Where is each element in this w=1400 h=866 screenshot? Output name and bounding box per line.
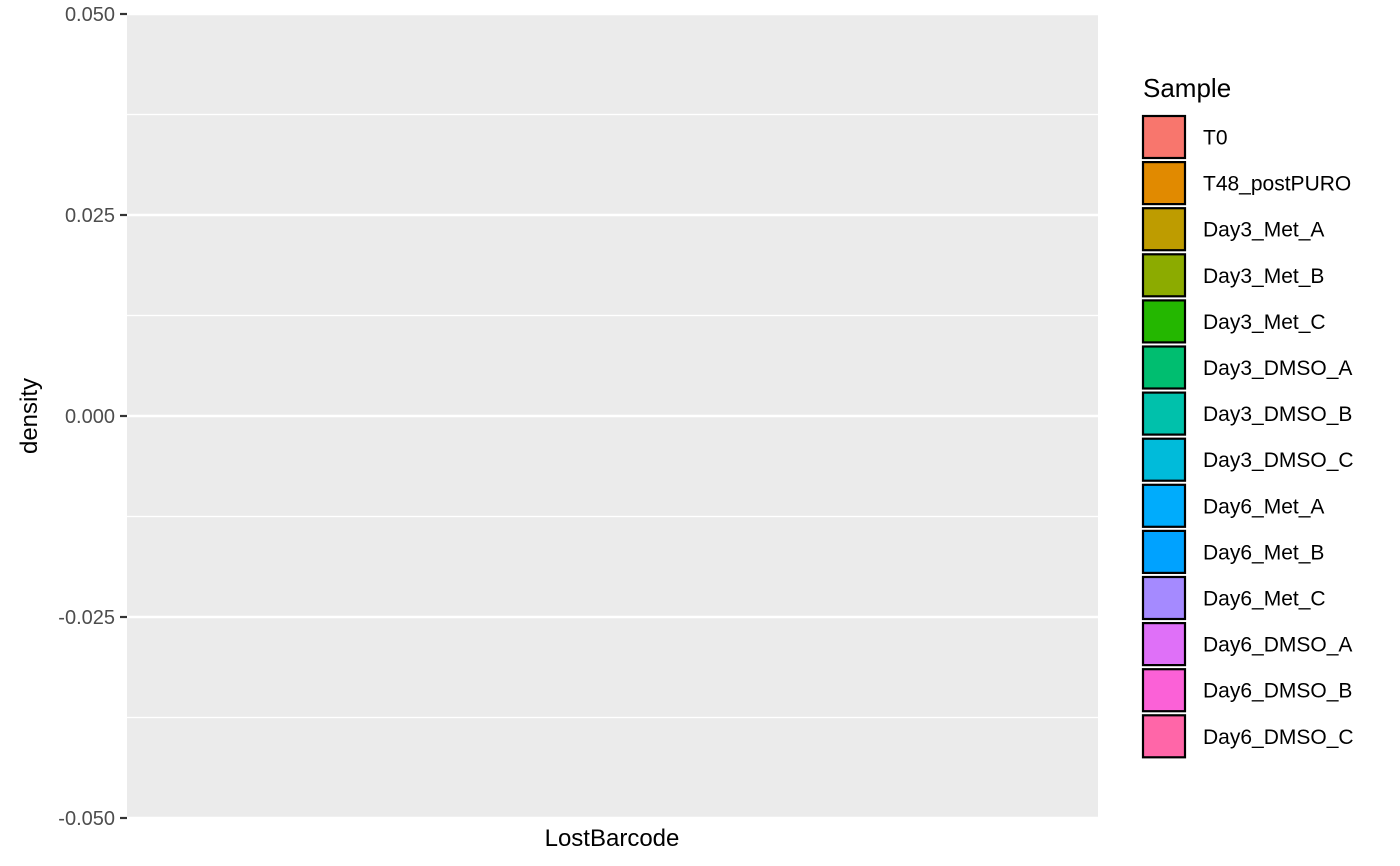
legend-key xyxy=(1141,621,1187,667)
legend-label: Day3_Met_A xyxy=(1203,219,1324,242)
legend-label: Day6_DMSO_A xyxy=(1203,634,1352,657)
legend-entry: T48_postPURO xyxy=(1141,161,1351,206)
legend-key xyxy=(1141,668,1187,713)
legend-label: Day6_Met_A xyxy=(1203,495,1324,518)
legend-label: Day3_DMSO_C xyxy=(1203,449,1354,472)
legend-label: Day6_DMSO_C xyxy=(1203,726,1354,749)
legend-key xyxy=(1141,714,1187,759)
legend-key xyxy=(1141,299,1187,344)
y-axis-title: density xyxy=(16,378,43,454)
legend-entry: Day6_DMSO_C xyxy=(1141,714,1354,759)
legend-label: Day6_Met_C xyxy=(1203,588,1326,611)
legend-label: T48_postPURO xyxy=(1203,173,1351,196)
y-tick-label: 0.000 xyxy=(65,406,115,428)
legend-entry: Day6_Met_B xyxy=(1141,529,1324,575)
legend-key xyxy=(1141,483,1187,528)
legend-title: Sample xyxy=(1143,73,1231,103)
legend-label: T0 xyxy=(1203,127,1228,150)
legend-key xyxy=(1141,529,1187,575)
legend-key xyxy=(1141,207,1187,252)
legend-entry: Day6_Met_C xyxy=(1141,575,1326,621)
legend-entry: Day3_Met_B xyxy=(1141,253,1324,298)
legend-entry: Day3_DMSO_B xyxy=(1141,391,1352,436)
y-tick-label: -0.050 xyxy=(58,808,115,830)
y-tick-label: 0.025 xyxy=(65,205,115,227)
legend-entry: Day3_DMSO_A xyxy=(1141,345,1352,390)
legend-key xyxy=(1141,161,1187,206)
legend-label: Day3_DMSO_B xyxy=(1203,403,1352,426)
legend-key xyxy=(1141,114,1187,160)
legend-entry: Day3_Met_A xyxy=(1141,207,1324,252)
legend-key xyxy=(1141,391,1187,436)
legend: Sample T0 T48_postPURO Day3_Met_A Day3_Met_… xyxy=(1141,73,1354,759)
legend-key xyxy=(1141,575,1187,621)
legend-key xyxy=(1141,253,1187,298)
legend-key xyxy=(1141,345,1187,390)
chart: -0.050-0.0250.0000.0250.050 LostBarcode … xyxy=(16,4,1354,852)
y-tick-label: 0.050 xyxy=(65,4,115,26)
legend-label: Day3_DMSO_A xyxy=(1203,357,1352,380)
legend-entry: Day6_DMSO_A xyxy=(1141,621,1352,667)
legend-label: Day6_DMSO_B xyxy=(1203,680,1352,703)
legend-key xyxy=(1141,437,1187,482)
legend-label: Day6_Met_B xyxy=(1203,541,1324,564)
legend-entry: Day6_Met_A xyxy=(1141,483,1324,528)
legend-entry: Day3_DMSO_C xyxy=(1141,437,1354,482)
legend-label: Day3_Met_B xyxy=(1203,265,1324,288)
y-tick-label: -0.025 xyxy=(58,607,115,629)
x-axis-title: LostBarcode xyxy=(545,825,680,852)
y-axis: -0.050 -0.025 0.000 0.025 0.050 xyxy=(58,4,127,830)
legend-entry: Day6_DMSO_B xyxy=(1141,668,1352,713)
legend-label: Day3_Met_C xyxy=(1203,311,1326,334)
legend-entry: Day3_Met_C xyxy=(1141,299,1326,344)
legend-entry: T0 xyxy=(1141,114,1228,160)
